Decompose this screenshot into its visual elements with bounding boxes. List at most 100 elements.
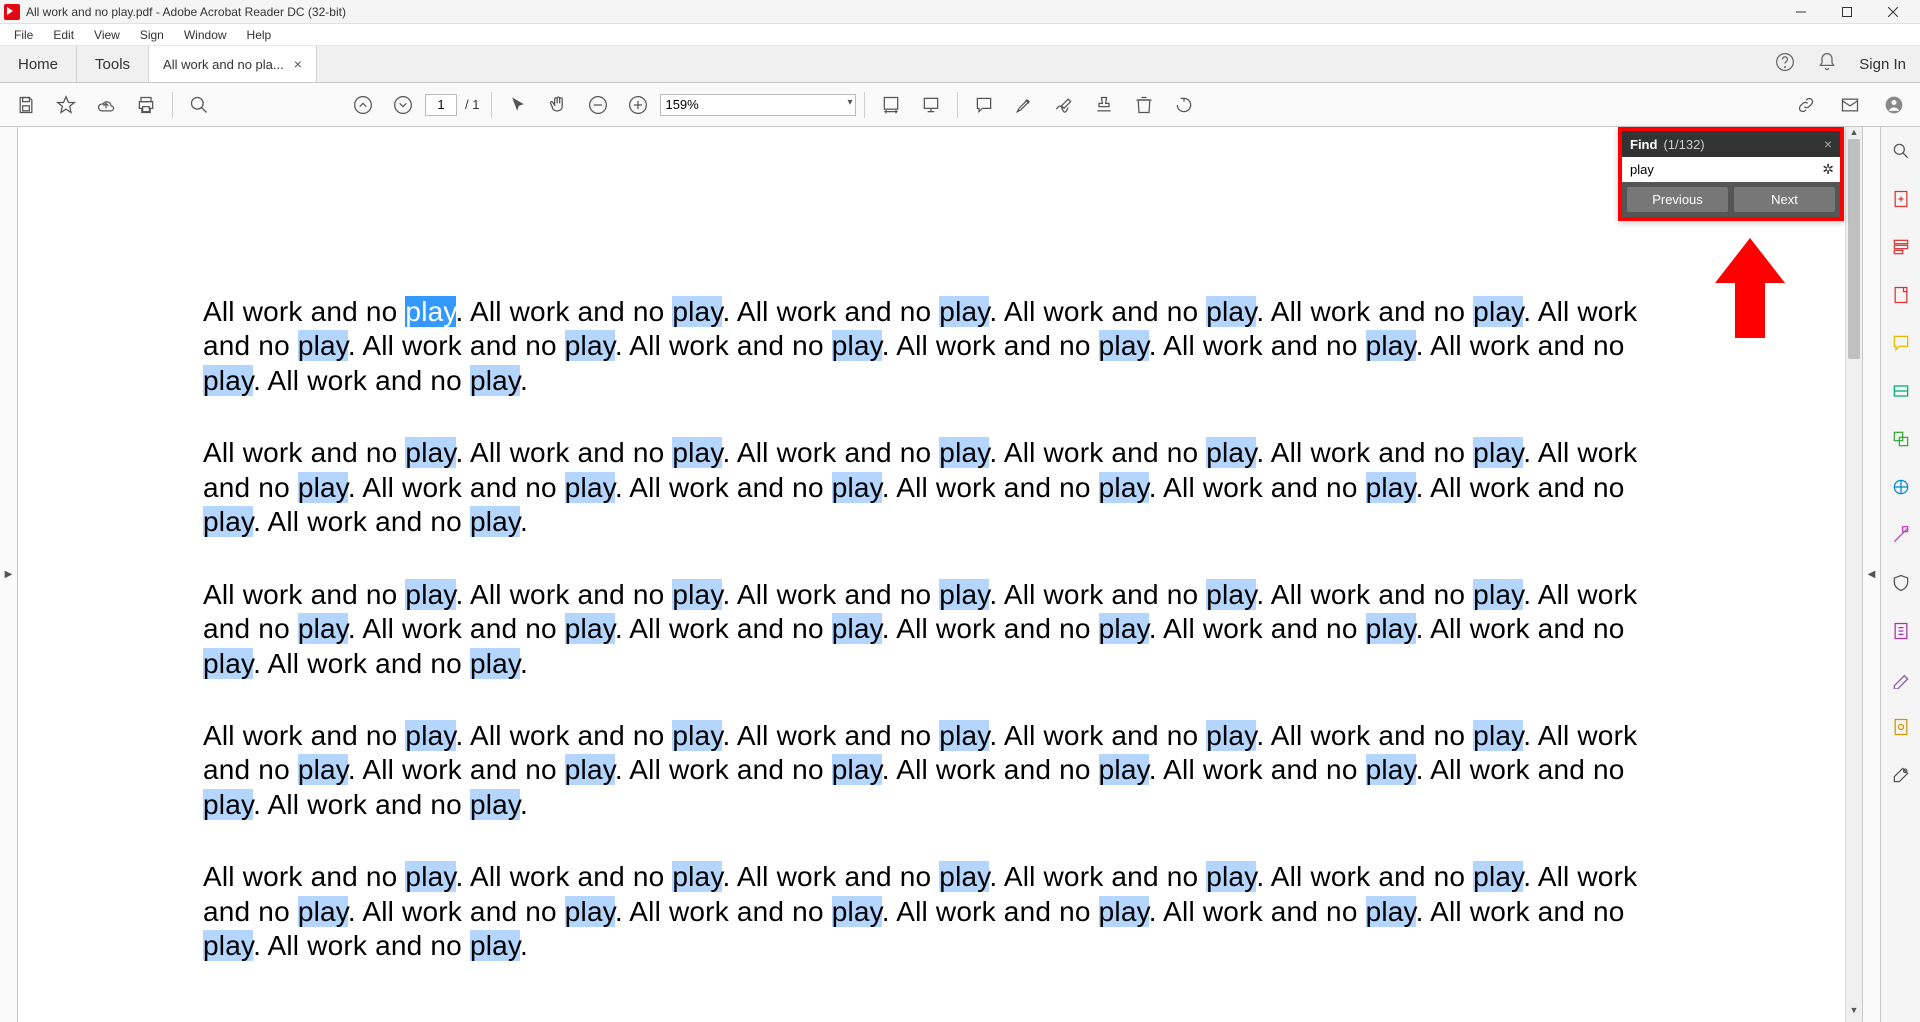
search-pane-icon[interactable] (1889, 139, 1913, 163)
sign-tool-icon[interactable] (1046, 87, 1082, 123)
search-highlight: play (1366, 613, 1416, 644)
search-highlight: play (1206, 861, 1256, 892)
search-highlight: play (939, 579, 989, 610)
export-pdf-icon[interactable] (1889, 187, 1913, 211)
zoom-in-icon[interactable] (620, 87, 656, 123)
save-icon[interactable] (8, 87, 44, 123)
paragraph: All work and no play. All work and no pl… (203, 719, 1660, 822)
zoom-out-icon[interactable] (580, 87, 616, 123)
search-highlight: play (203, 506, 253, 537)
find-input[interactable] (1624, 159, 1818, 180)
search-highlight: play (470, 648, 520, 679)
protect-icon[interactable] (1889, 571, 1913, 595)
separator (957, 92, 958, 118)
annotation-arrow (1710, 238, 1790, 338)
star-icon[interactable] (48, 87, 84, 123)
search-highlight: play (565, 330, 615, 361)
menu-window[interactable]: Window (176, 26, 235, 44)
account-icon[interactable] (1876, 87, 1912, 123)
vertical-scrollbar[interactable]: ▲ ▼ (1845, 127, 1862, 1022)
cloud-upload-icon[interactable] (88, 87, 124, 123)
comment-icon[interactable] (966, 87, 1002, 123)
search-highlight: play (1473, 861, 1523, 892)
search-highlight: play (405, 861, 455, 892)
search-highlight: play (939, 861, 989, 892)
tab-close-icon[interactable]: × (294, 56, 302, 72)
fill-sign-icon[interactable] (1889, 667, 1913, 691)
paragraph: All work and no play. All work and no pl… (203, 860, 1660, 963)
search-highlight: play (1099, 330, 1149, 361)
search-highlight: play (470, 506, 520, 537)
search-highlight: play (832, 754, 882, 785)
search-highlight: play (470, 789, 520, 820)
hand-icon[interactable] (540, 87, 576, 123)
right-sidebar (1880, 127, 1920, 1022)
search-highlight: play (1366, 472, 1416, 503)
convert-icon[interactable] (1889, 715, 1913, 739)
find-close-icon[interactable]: × (1824, 136, 1832, 152)
edit-pdf-icon[interactable] (1889, 235, 1913, 259)
page-number-input[interactable] (425, 94, 457, 116)
search-highlight: play (203, 930, 253, 961)
pointer-icon[interactable] (500, 87, 536, 123)
link-icon[interactable] (1788, 87, 1824, 123)
page-canvas[interactable]: All work and no play. All work and no pl… (18, 127, 1845, 1022)
stamp-icon[interactable] (1086, 87, 1122, 123)
menu-view[interactable]: View (86, 26, 128, 44)
compress-icon[interactable] (1889, 619, 1913, 643)
rotate-icon[interactable] (1166, 87, 1202, 123)
search-highlight: play (1473, 720, 1523, 751)
search-highlight: play (1206, 296, 1256, 327)
search-highlight: play (939, 437, 989, 468)
tab-home[interactable]: Home (0, 46, 77, 82)
tab-document[interactable]: All work and no pla... × (149, 46, 317, 82)
page-down-icon[interactable] (385, 87, 421, 123)
search-highlight: play (1206, 579, 1256, 610)
more-tools-icon[interactable] (1889, 763, 1913, 787)
create-pdf-icon[interactable] (1889, 283, 1913, 307)
find-next-button[interactable]: Next (1734, 187, 1835, 212)
find-settings-icon[interactable]: ✲ (1818, 161, 1838, 178)
scan-icon[interactable] (1889, 379, 1913, 403)
tabbar: Home Tools All work and no pla... × Sign… (0, 46, 1920, 83)
menubar: File Edit View Sign Window Help (0, 24, 1920, 46)
zoom-select[interactable] (660, 94, 856, 116)
help-icon[interactable] (1775, 52, 1795, 77)
menu-edit[interactable]: Edit (45, 26, 82, 44)
redact-icon[interactable] (1889, 523, 1913, 547)
search-highlight: play (1473, 296, 1523, 327)
search-highlight: play (832, 613, 882, 644)
bell-icon[interactable] (1817, 52, 1837, 77)
minimize-button[interactable] (1778, 0, 1824, 24)
find-previous-button[interactable]: Previous (1627, 187, 1728, 212)
search-highlight: play (1473, 437, 1523, 468)
search-highlight: play (672, 296, 722, 327)
right-pane-toggle[interactable]: ◀ (1862, 127, 1880, 1022)
mail-icon[interactable] (1832, 87, 1868, 123)
close-button[interactable] (1870, 0, 1916, 24)
combine-icon[interactable] (1889, 427, 1913, 451)
zoom-input[interactable] (660, 94, 856, 116)
delete-icon[interactable] (1126, 87, 1162, 123)
fit-width-icon[interactable] (873, 87, 909, 123)
organize-icon[interactable] (1889, 475, 1913, 499)
fit-page-icon[interactable] (913, 87, 949, 123)
tab-tools[interactable]: Tools (77, 46, 149, 82)
print-icon[interactable] (128, 87, 164, 123)
search-highlight: play (405, 296, 455, 327)
scroll-thumb[interactable] (1848, 139, 1860, 359)
menu-file[interactable]: File (6, 26, 41, 44)
search-icon[interactable] (181, 87, 217, 123)
search-highlight: play (1366, 330, 1416, 361)
search-highlight: play (565, 613, 615, 644)
nav-pane-toggle[interactable]: ▶ (0, 127, 18, 1022)
comment-pane-icon[interactable] (1889, 331, 1913, 355)
menu-help[interactable]: Help (239, 26, 280, 44)
maximize-button[interactable] (1824, 0, 1870, 24)
page-up-icon[interactable] (345, 87, 381, 123)
find-header[interactable]: Find (1/132) × (1622, 131, 1840, 157)
menu-sign[interactable]: Sign (132, 26, 172, 44)
signin-link[interactable]: Sign In (1859, 56, 1906, 73)
scroll-down-icon[interactable]: ▼ (1846, 1005, 1862, 1022)
highlight-tool-icon[interactable] (1006, 87, 1042, 123)
